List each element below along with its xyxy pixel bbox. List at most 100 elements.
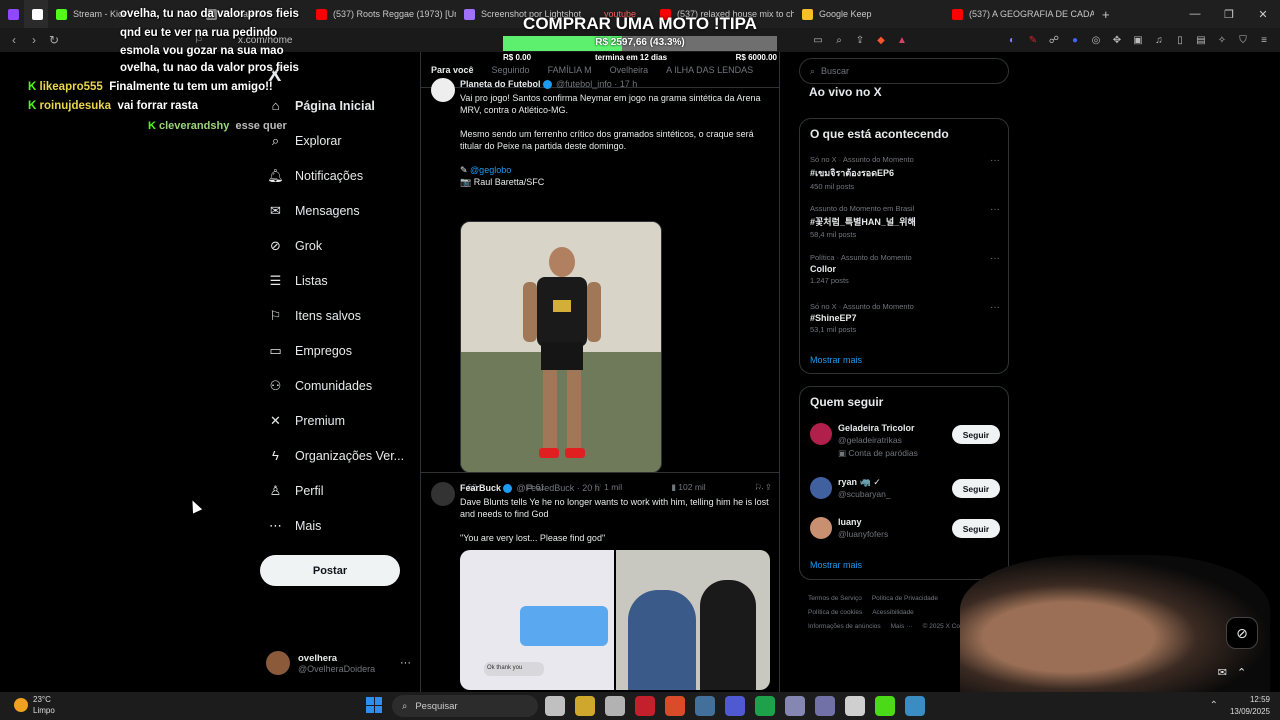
more-icon[interactable]: ··· — [755, 482, 764, 494]
tweet-media[interactable]: Ok thank you — [460, 550, 770, 690]
messages-drawer[interactable]: ✉ ⌃ — [1207, 662, 1257, 682]
nav-item-more[interactable]: ⋯ Mais — [268, 518, 321, 533]
forward-icon[interactable]: › — [24, 33, 44, 47]
nav-item-home[interactable]: ⌂ Página Inicial — [268, 98, 375, 113]
app2-icon[interactable] — [815, 696, 835, 716]
nav-item-grok[interactable]: ⊘ Grok — [268, 238, 322, 253]
account-switcher[interactable]: ovelhera @OvelheraDoidera ··· — [266, 648, 411, 678]
nav-item-lists[interactable]: ☰ Listas — [268, 273, 328, 288]
follow-suggestion[interactable]: luany @luanyfofers Seguir — [810, 517, 1000, 551]
nav-item-profile[interactable]: ♙ Perfil — [268, 483, 324, 498]
app-icon[interactable] — [785, 696, 805, 716]
tab-list[interactable]: A ILHA DAS LENDAS — [666, 65, 753, 75]
footer-link[interactable]: Termos de Serviço — [808, 595, 862, 602]
tweet-photo[interactable] — [460, 221, 662, 473]
leo-icon[interactable]: ✧ — [1216, 35, 1228, 46]
extension-icon[interactable]: ✎ — [1027, 35, 1039, 46]
share-icon[interactable]: ⇪ — [854, 35, 866, 46]
show-more-link[interactable]: Mostrar mais — [810, 355, 862, 365]
footer-link[interactable]: Informações de anúncios — [808, 623, 881, 630]
reader-icon[interactable]: ▭ — [812, 35, 824, 46]
follow-button[interactable]: Seguir — [952, 519, 1000, 538]
reload-icon[interactable]: ↻ — [44, 33, 64, 47]
maximize-icon[interactable]: ❐ — [1212, 0, 1246, 28]
footer-link[interactable]: Política de cookies — [808, 609, 862, 616]
post-button[interactable]: Postar — [260, 555, 400, 586]
taskbar-search[interactable]: ⌕ Pesquisar — [392, 695, 538, 717]
author-name[interactable]: Planeta do Futebol — [460, 79, 541, 89]
media-icon[interactable]: ♫ — [1153, 35, 1165, 46]
trend-item[interactable]: Política · Assunto do Momento Collor 1.247… — [810, 253, 1000, 285]
kick-icon[interactable] — [875, 696, 895, 716]
more-icon[interactable]: ··· — [990, 302, 1000, 313]
spotify-icon[interactable] — [755, 696, 775, 716]
nav-item-jobs[interactable]: ▭ Empregos — [268, 343, 352, 358]
author-handle[interactable]: @FearedBuck · 20 h — [517, 483, 600, 493]
tab-list[interactable]: Ovelheira — [610, 65, 649, 75]
browser-tab[interactable] — [0, 0, 24, 28]
grok-button[interactable]: ⊘ — [1226, 617, 1258, 649]
chrome-icon[interactable] — [605, 696, 625, 716]
extension-icon[interactable]: ● — [1069, 35, 1081, 46]
nav-item-verified-orgs[interactable]: ϟ Organizações Ver... — [268, 448, 404, 463]
more-icon[interactable]: ··· — [990, 204, 1000, 215]
start-button[interactable] — [366, 697, 382, 713]
extension-icon[interactable]: ☍ — [1048, 35, 1060, 46]
file-explorer-icon[interactable] — [575, 696, 595, 716]
extension-icon[interactable]: ◐ — [1006, 35, 1018, 46]
browser-tab[interactable]: (537) A GEOGRAFIA DE CADA ES — [944, 0, 1094, 28]
author-handle[interactable]: @futebol_info · 17 h — [556, 79, 637, 89]
close-icon[interactable]: ✕ — [1246, 0, 1280, 28]
browser-tab-active[interactable] — [24, 0, 48, 28]
trend-item[interactable]: Assunto do Momento em Brasil #꽃처럼_특별HAN_널… — [810, 204, 1000, 239]
photo-two-men[interactable] — [616, 550, 770, 690]
zoom-icon[interactable]: ⌕ — [833, 35, 845, 46]
author-name[interactable]: FearBuck — [460, 483, 501, 493]
more-icon[interactable]: ··· — [400, 657, 411, 669]
footer-link[interactable]: Acessibilidade — [872, 609, 914, 616]
nav-item-bookmarks[interactable]: ⚐ Itens salvos — [268, 308, 361, 323]
nav-item-notifications[interactable]: 🔔︎ Notificações — [267, 168, 363, 183]
follow-button[interactable]: Seguir — [952, 479, 1000, 498]
menu-icon[interactable]: ≡ — [1258, 35, 1270, 46]
show-more-link[interactable]: Mostrar mais — [810, 560, 862, 570]
notepad-icon[interactable] — [905, 696, 925, 716]
more-icon[interactable]: ··· — [990, 155, 1000, 166]
tweet[interactable]: Planeta do Futebol @futebol_info · 17 h … — [421, 78, 779, 492]
vpn-icon[interactable]: ⛉ — [1237, 35, 1249, 46]
nav-item-premium[interactable]: ✕ Premium — [268, 413, 345, 428]
back-icon[interactable]: ‹ — [4, 33, 24, 47]
chat-screenshot[interactable]: Ok thank you — [460, 550, 614, 690]
footer-link[interactable]: Mais ··· — [891, 623, 913, 630]
puzzle-icon[interactable]: ✥ — [1111, 35, 1123, 46]
browser-tab[interactable]: (537) Roots Reggae (1973) [Unre — [308, 0, 456, 28]
new-tab-button[interactable]: + — [1094, 0, 1118, 28]
sidebar-icon[interactable]: ▯ — [1174, 35, 1186, 46]
trend-item[interactable]: Só no X · Assunto do Momento #ShineEP7 53,… — [810, 302, 1000, 334]
trend-item[interactable]: Só no X · Assunto do Momento #เขมจิราต้อง… — [810, 155, 1000, 191]
search-input[interactable]: ⌕ Buscar — [799, 58, 1009, 84]
minimize-icon[interactable]: — — [1178, 0, 1212, 28]
wallet-icon[interactable]: ▤ — [1195, 35, 1207, 46]
system-tray-chevron-icon[interactable]: ⌃ — [1210, 700, 1218, 711]
discord-icon[interactable] — [725, 696, 745, 716]
steam-icon[interactable] — [695, 696, 715, 716]
weather-widget[interactable]: 23°C Limpo — [14, 694, 55, 716]
tab-following[interactable]: Seguindo — [492, 65, 530, 75]
follow-suggestion[interactable]: ryan 🦏 ✓ @scubaryan_ Seguir — [810, 477, 1000, 511]
nav-item-communities[interactable]: ⚇ Comunidades — [268, 378, 372, 393]
brave-shield-icon[interactable]: ◆ — [875, 35, 887, 46]
clock[interactable]: 12:59 13/09/2025 — [1230, 694, 1270, 718]
mention-link[interactable]: @geglobo — [470, 165, 511, 175]
follow-suggestion[interactable]: Geladeira Tricolor @geladeiratrikas ▣ Co… — [810, 423, 1000, 458]
follow-button[interactable]: Seguir — [952, 425, 1000, 444]
task-view-icon[interactable] — [545, 696, 565, 716]
tab-list[interactable]: FAMÍLIA M — [548, 65, 592, 75]
footer-link[interactable]: Política de Privacidade — [872, 595, 938, 602]
nav-item-messages[interactable]: ✉ Mensagens — [268, 203, 360, 218]
brave-icon[interactable] — [665, 696, 685, 716]
extension-icon[interactable]: ◎ — [1090, 35, 1102, 46]
opera-icon[interactable] — [635, 696, 655, 716]
tab-for-you[interactable]: Para você — [431, 65, 474, 75]
tweet[interactable]: FearBuck @FearedBuck · 20 h ··· Dave Blun… — [421, 482, 779, 692]
